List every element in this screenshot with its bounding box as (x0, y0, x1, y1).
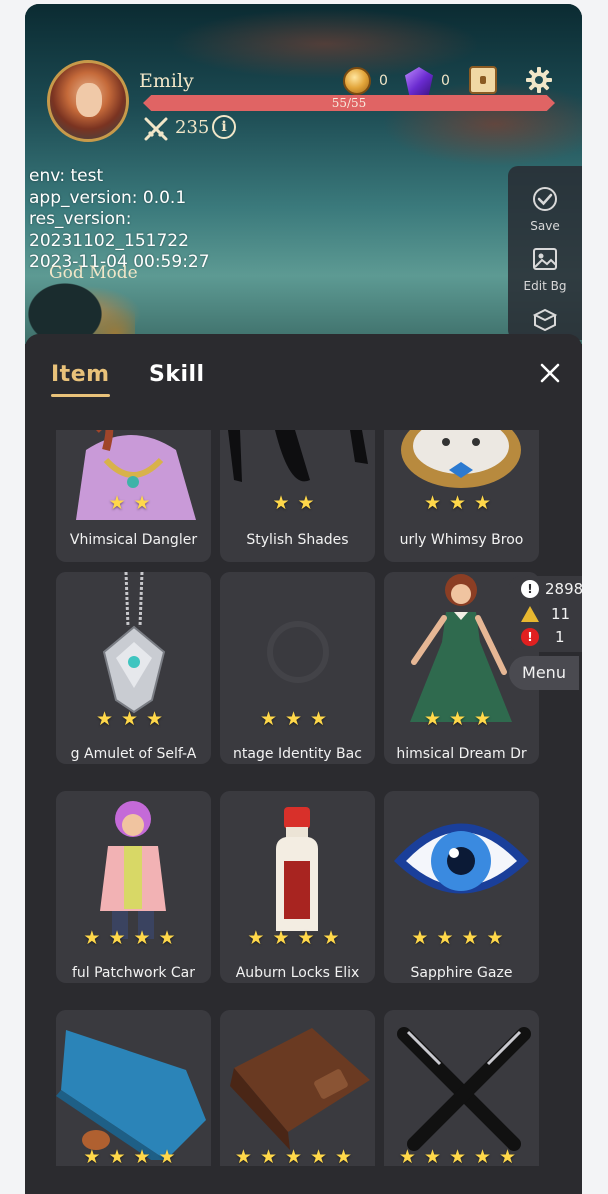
coin-value: 0 (379, 73, 388, 89)
tab-item[interactable]: Item (51, 362, 110, 397)
power-value: 235 (175, 117, 210, 138)
coin-counter[interactable]: 0 (343, 66, 388, 96)
coin-icon (343, 67, 371, 95)
item-name: urly Whimsy Broo (399, 532, 524, 548)
info-icon[interactable]: i (212, 115, 236, 139)
error-count: 1 (555, 628, 565, 646)
info-badge: ! 2898 (521, 580, 582, 598)
item-card[interactable]: ★★★★ ful Patchwork Car (56, 791, 211, 983)
item-name: Auburn Locks Elix (235, 965, 360, 981)
item-card[interactable]: ★★★★ Sapphire Gaze (384, 791, 539, 983)
game-screen: Emily 55/55 235 i 0 0 env: test app_vers… (25, 4, 582, 1194)
item-rarity-stars: ★★★ (423, 708, 500, 730)
player-avatar[interactable] (47, 60, 129, 142)
gear-icon[interactable] (525, 66, 553, 94)
debug-env: env: test (29, 166, 104, 186)
debug-overlay: env: test app_version: 0.0.1 res_version… (29, 166, 210, 274)
inventory-sheet: Item Skill ★★ Vhimsical Dangler ★★ Styli… (25, 334, 582, 1194)
pens-art (384, 1010, 539, 1160)
item-rarity-stars: ★★★★★ (234, 1146, 361, 1166)
side-panel: Save Edit Bg (508, 166, 582, 340)
item-card[interactable]: ★★★★ Auburn Locks Elix (220, 791, 375, 983)
item-rarity-stars: ★★ (108, 492, 159, 514)
hp-text: 55/55 (331, 96, 367, 110)
item-rarity-stars: ★★★★ (411, 927, 512, 949)
cardigan-character-art (56, 791, 211, 941)
eye-art (384, 791, 539, 941)
crossed-swords-icon (144, 117, 168, 141)
debug-badge-panel[interactable]: ! 2898 11 ! 1 (509, 576, 582, 652)
elixir-bottle-art (220, 791, 375, 941)
exclamation-icon: ! (521, 580, 539, 598)
gem-value: 0 (441, 73, 450, 89)
item-rarity-stars: ★★★★ (83, 1146, 184, 1166)
warning-icon (521, 606, 539, 622)
item-card[interactable]: ★★★★★ (220, 1010, 375, 1166)
item-name: g Amulet of Self-A (70, 746, 197, 762)
save-label: Save (530, 219, 560, 233)
item-card[interactable]: ★★ Stylish Shades (220, 430, 375, 562)
item-card[interactable]: ★★★ ntage Identity Bac (220, 572, 375, 764)
item-rarity-stars: ★★ (272, 492, 323, 514)
warning-badge: 11 (521, 605, 570, 623)
header-background: Emily 55/55 235 i 0 0 env: test app_vers… (25, 4, 582, 344)
item-name: himsical Dream Dr (396, 746, 527, 762)
info-count: 2898 (545, 580, 582, 598)
player-name: Emily (139, 70, 194, 92)
item-rarity-stars: ★★★ (423, 492, 500, 514)
item-card[interactable]: ★★★ urly Whimsy Broo (384, 430, 539, 562)
item-card[interactable]: ★★ Vhimsical Dangler (56, 430, 211, 562)
close-icon[interactable] (539, 362, 561, 384)
item-name: Vhimsical Dangler (69, 532, 198, 548)
gem-counter[interactable]: 0 (405, 66, 450, 96)
item-card[interactable]: ★★★ g Amulet of Self-A (56, 572, 211, 764)
item-card[interactable]: ★★★★★ (384, 1010, 539, 1166)
tab-skill[interactable]: Skill (149, 362, 205, 387)
debug-app-version: app_version: 0.0.1 (29, 187, 187, 208)
error-icon: ! (521, 628, 539, 646)
item-card[interactable]: ★★★★ (56, 1010, 211, 1166)
item-name: Stylish Shades (246, 532, 349, 548)
identity-badge-art (220, 572, 375, 722)
item-name: ntage Identity Bac (233, 746, 362, 762)
edit-bg-button[interactable]: Edit Bg (508, 246, 582, 293)
debug-res-version: 20231102_151722 (29, 230, 189, 251)
item-rarity-stars: ★★★ (95, 708, 172, 730)
chest-icon[interactable] (469, 66, 497, 94)
item-rarity-stars: ★★★★ (83, 927, 184, 949)
item-rarity-stars: ★★★★★ (398, 1146, 525, 1166)
image-icon (533, 248, 557, 270)
avatar-face (76, 83, 102, 117)
god-mode-toggle[interactable]: God Mode (49, 263, 138, 283)
edit-bg-label: Edit Bg (523, 279, 567, 293)
bottom-bar (25, 1176, 582, 1194)
error-badge: ! 1 (521, 628, 565, 646)
save-button[interactable]: Save (508, 186, 582, 233)
item-rarity-stars: ★★★★ (247, 927, 348, 949)
gem-icon (405, 67, 433, 95)
box-icon (532, 308, 558, 332)
check-circle-icon (533, 187, 557, 211)
warning-count: 11 (551, 605, 571, 623)
menu-button[interactable]: Menu (509, 656, 579, 690)
hp-bar: 55/55 (143, 95, 555, 111)
wallet-art (220, 1010, 375, 1160)
item-grid: ★★ Vhimsical Dangler ★★ Stylish Shades ★… (25, 430, 582, 1166)
mat-art (56, 1010, 211, 1160)
item-rarity-stars: ★★★ (259, 708, 336, 730)
item-name: Sapphire Gaze (410, 965, 513, 981)
amulet-art (56, 572, 211, 722)
debug-res-version-label: res_version: (29, 209, 132, 229)
item-name: ful Patchwork Car (71, 965, 196, 981)
